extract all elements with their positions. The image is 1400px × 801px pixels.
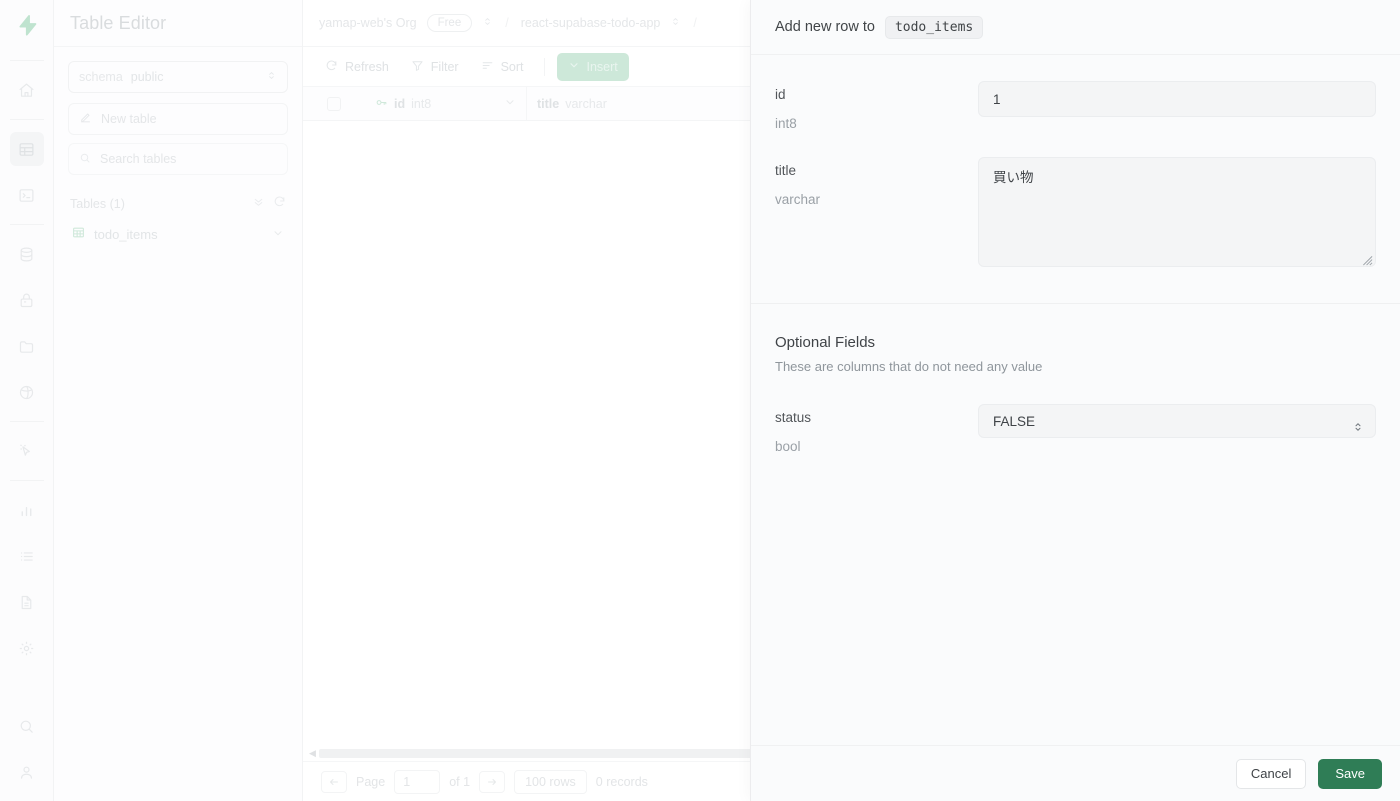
field-row-title: title varchar [751, 157, 1400, 267]
schema-label: schema [79, 70, 123, 84]
field-control [978, 157, 1376, 267]
id-field[interactable] [978, 81, 1376, 117]
rail-divider [9, 480, 44, 481]
field-control: FALSE [978, 404, 1376, 454]
supabase-logo[interactable] [16, 14, 38, 36]
rail-divider [9, 421, 44, 422]
panel-title: Add new row to [775, 19, 875, 35]
page-title: Table Editor [70, 12, 167, 33]
schema-selector[interactable]: schema public [68, 61, 288, 93]
sidebar-item-storage[interactable] [10, 329, 44, 363]
field-name: status [775, 410, 812, 425]
app-root: Table Editor schema public New table Sea… [0, 0, 1400, 801]
field-labels: status bool [775, 404, 978, 454]
status-select[interactable]: FALSE [978, 404, 1376, 438]
table-icon [72, 226, 85, 242]
search-icon[interactable] [10, 709, 44, 743]
sort-label: Sort [500, 59, 524, 74]
new-table-label: New table [101, 112, 157, 126]
sidebar-item-settings[interactable] [10, 631, 44, 665]
sidebar-item-logs[interactable] [10, 539, 44, 573]
scroll-left-icon[interactable]: ◀ [309, 748, 316, 759]
collapse-all-icon[interactable] [252, 195, 265, 213]
field-row-id: id int8 [751, 81, 1400, 131]
next-page-button[interactable] [479, 770, 506, 793]
page-number-input[interactable]: 1 [394, 769, 441, 794]
panel-table-name: todo_items [884, 15, 984, 39]
table-list-item-label: todo_items [94, 226, 158, 242]
tables-heading: Tables (1) [70, 197, 125, 211]
field-labels: id int8 [775, 81, 978, 131]
search-tables-input[interactable]: Search tables [68, 143, 288, 175]
add-row-panel: Add new row to todo_items id int8 title … [750, 0, 1400, 801]
breadcrumb-org[interactable]: yamap-web's Org [319, 16, 417, 30]
icon-rail [0, 0, 54, 801]
sidebar-item-database[interactable] [10, 237, 44, 271]
field-control [978, 81, 1376, 131]
refresh-tables-icon[interactable] [273, 195, 286, 213]
filter-label: Filter [430, 59, 459, 74]
title-field[interactable] [978, 157, 1376, 267]
sidebar-item-reports[interactable] [10, 493, 44, 527]
tables-section-header: Tables (1) [68, 183, 288, 219]
save-button[interactable]: Save [1318, 758, 1382, 789]
search-tables-placeholder: Search tables [100, 152, 177, 166]
cancel-button[interactable]: Cancel [1235, 758, 1307, 789]
sidebar-item-auth[interactable] [10, 283, 44, 317]
new-table-button[interactable]: New table [68, 103, 288, 135]
selector-icon [266, 70, 277, 84]
field-row-status: status bool FALSE [751, 404, 1400, 454]
field-name: id [775, 87, 786, 102]
optional-fields-title: Optional Fields [775, 334, 876, 351]
page-label: Page [356, 774, 386, 789]
panel-header: Add new row to todo_items [751, 0, 1400, 55]
page-total-label: of 1 [449, 774, 471, 789]
plan-badge: Free [426, 14, 473, 32]
refresh-icon [325, 59, 338, 75]
rail-divider [9, 60, 44, 61]
field-labels: title varchar [775, 157, 978, 267]
breadcrumb-separator: / [693, 16, 697, 30]
sidebar-item-table-editor[interactable] [9, 132, 44, 166]
org-selector-icon[interactable] [482, 16, 493, 30]
previous-page-button[interactable] [321, 770, 347, 793]
filter-icon [411, 59, 424, 75]
optional-fields-section: Optional Fields These are columns that d… [751, 304, 1400, 374]
refresh-label: Refresh [345, 59, 389, 74]
toolbar-divider [543, 57, 545, 76]
optional-fields-subtitle: These are columns that do not need any v… [775, 359, 1043, 374]
schema-value: public [130, 70, 164, 84]
sidebar-item-sql-editor[interactable] [10, 178, 44, 212]
field-type: bool [775, 439, 801, 454]
sidebar-item-home[interactable] [10, 73, 44, 107]
sidebar-item-realtime[interactable] [10, 375, 44, 409]
rail-divider [9, 119, 44, 120]
rail-divider [9, 224, 44, 225]
project-selector-icon[interactable] [670, 16, 681, 30]
new-table-icon [79, 111, 92, 127]
breadcrumb-project[interactable]: react-supabase-todo-app [521, 16, 661, 30]
panel-body: id int8 title varchar [751, 55, 1400, 745]
account-icon[interactable] [10, 755, 44, 789]
sidebar-header: Table Editor [54, 0, 302, 47]
sidebar-body: schema public New table Search tables Ta… [54, 47, 302, 249]
search-icon [79, 152, 91, 167]
table-list-item-todo-items[interactable]: todo_items [68, 219, 288, 249]
chevron-down-icon[interactable] [272, 227, 284, 242]
sidebar-item-edge-functions[interactable] [10, 434, 44, 468]
chevron-down-icon [568, 59, 580, 74]
rows-per-page-select[interactable]: 100 rows [514, 769, 587, 794]
field-type: varchar [775, 192, 821, 207]
panel-footer: Cancel Save [751, 745, 1400, 801]
breadcrumb-separator: / [505, 16, 509, 30]
record-count-label: 0 records [595, 774, 648, 789]
table-editor-sidebar: Table Editor schema public New table Sea… [54, 0, 303, 801]
sort-icon [481, 59, 494, 75]
selector-icon [1352, 420, 1364, 438]
field-name: title [775, 163, 797, 178]
insert-label: Insert [586, 59, 618, 74]
sidebar-item-docs[interactable] [10, 585, 44, 619]
field-type: int8 [775, 116, 797, 131]
